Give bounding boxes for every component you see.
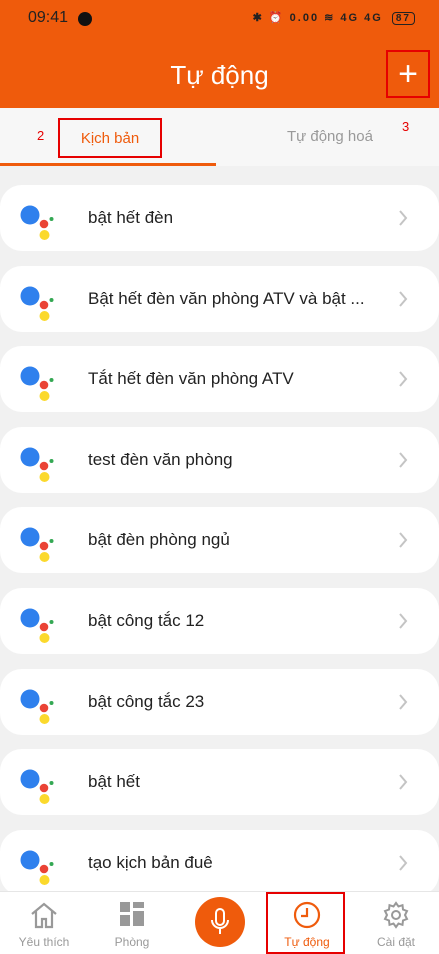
- google-assistant-icon: [20, 850, 54, 885]
- scene-item[interactable]: bật công tắc 23: [0, 668, 439, 735]
- home-icon: [31, 902, 57, 929]
- chevron-right-icon: [399, 855, 408, 871]
- google-assistant-icon: [20, 447, 54, 482]
- status-icons: ✱ ⏰ 0.00 ≋ 4G 4G 87: [253, 11, 415, 25]
- google-assistant-icon: [20, 205, 54, 240]
- nav-settings-label: Cài đặt: [376, 935, 416, 949]
- bottom-nav: Yêu thích Phòng Tự động Cài đặt: [0, 891, 439, 954]
- add-button[interactable]: +: [386, 50, 430, 98]
- google-assistant-icon: [20, 769, 54, 805]
- scene-label: bật công tắc 23: [88, 691, 205, 711]
- scene-item[interactable]: test đèn văn phòng: [0, 426, 439, 493]
- grid-icon: [120, 902, 144, 926]
- nav-rooms[interactable]: Phòng: [88, 892, 176, 954]
- microphone-button[interactable]: [195, 897, 245, 947]
- tab-active-indicator: [0, 163, 216, 166]
- tab-scenes[interactable]: Kịch bản: [58, 118, 162, 158]
- scene-label: bật hết: [88, 772, 140, 792]
- chevron-right-icon: [399, 290, 408, 307]
- annotation-2: 2: [37, 128, 45, 143]
- status-bar: 09:41 ✱ ⏰ 0.00 ≋ 4G 4G 87: [0, 0, 439, 40]
- app-header: Tự động +: [0, 40, 439, 108]
- chevron-right-icon: [399, 532, 408, 549]
- google-assistant-icon: [20, 286, 54, 321]
- scene-item[interactable]: bật hết đèn: [0, 185, 439, 251]
- status-right-icons: ✱ ⏰ 0.00 ≋ 4G 4G: [252, 12, 383, 24]
- microphone-icon: [211, 908, 229, 934]
- nav-favorites[interactable]: Yêu thích: [0, 892, 88, 954]
- scene-label: Bật hết đèn văn phòng ATV và bật ...: [88, 288, 365, 308]
- scene-item[interactable]: Tắt hết đèn văn phòng ATV: [0, 346, 439, 413]
- scene-item[interactable]: bật đèn phòng ngủ: [0, 507, 439, 574]
- chevron-right-icon: [399, 452, 408, 468]
- nav-rooms-label: Phòng: [114, 935, 150, 949]
- chevron-right-icon: [399, 371, 408, 387]
- nav-favorites-label: Yêu thích: [18, 935, 70, 949]
- scene-item[interactable]: bật công tắc 12: [0, 588, 439, 654]
- chevron-right-icon: [399, 613, 408, 629]
- chevron-right-icon: [399, 693, 408, 710]
- tab-automation[interactable]: Tự động hoá: [287, 128, 373, 145]
- scene-label: tạo kịch bản đuê: [88, 852, 213, 872]
- google-assistant-icon: [20, 689, 54, 724]
- tab-scenes-label: Kịch bản: [80, 129, 140, 147]
- status-time: 09:41: [28, 9, 69, 26]
- scene-label: bật hết đèn: [88, 208, 174, 227]
- chevron-right-icon: [399, 210, 408, 226]
- scene-item[interactable]: bật hết: [0, 749, 439, 816]
- google-assistant-icon: [20, 608, 54, 643]
- scene-item[interactable]: tạo kịch bản đuê: [0, 829, 439, 896]
- plus-icon: +: [398, 55, 418, 93]
- google-assistant-icon: [20, 527, 54, 563]
- gear-icon: [383, 901, 409, 929]
- messenger-icon: [78, 12, 92, 26]
- tab-bar: Kịch bản Tự động hoá: [0, 108, 439, 166]
- google-assistant-icon: [20, 366, 54, 402]
- battery-icon: 87: [391, 12, 415, 25]
- chevron-right-icon: [399, 774, 408, 790]
- scene-label: bật đèn phòng ngủ: [88, 530, 230, 550]
- annotation-3: 3: [402, 119, 410, 134]
- scene-item[interactable]: Bật hết đèn văn phòng ATV và bật ...: [0, 265, 439, 332]
- page-title: Tự động: [170, 60, 269, 90]
- nav-automation-highlight: [266, 892, 345, 954]
- nav-settings[interactable]: Cài đặt: [352, 892, 439, 954]
- scene-label: bật công tắc 12: [88, 611, 205, 630]
- scene-label: Tắt hết đèn văn phòng ATV: [88, 369, 294, 389]
- scene-label: test đèn văn phòng: [88, 449, 233, 469]
